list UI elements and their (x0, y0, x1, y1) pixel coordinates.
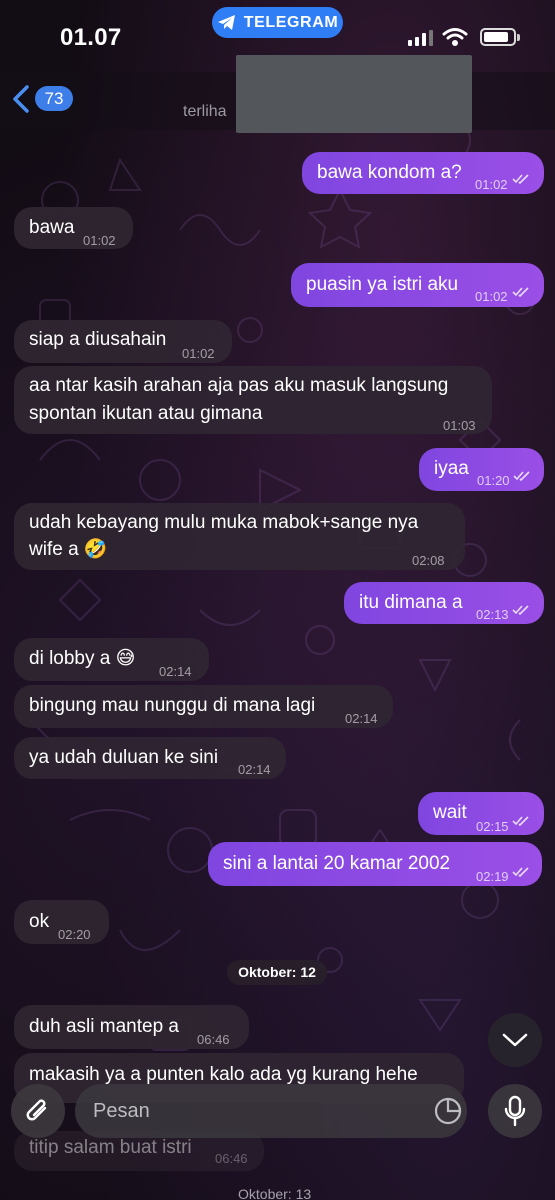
wifi-icon (442, 28, 468, 46)
message-time: 02:14 (238, 762, 271, 777)
message-text: wait (433, 802, 467, 823)
message-bubble-outgoing[interactable]: itu dimana a 02:13 (344, 582, 544, 624)
message-time: 01:03 (443, 418, 476, 433)
message-bubble-outgoing[interactable]: wait 02:15 (418, 792, 544, 835)
sticker-icon[interactable] (434, 1097, 462, 1125)
message-bubble-incoming[interactable]: duh asli mantep a 06:46 (14, 1005, 249, 1049)
double-check-icon (512, 174, 529, 184)
message-text: siap a diusahain (29, 329, 167, 350)
message-bubble-outgoing[interactable]: sini a lantai 20 kamar 2002 02:19 (208, 842, 542, 886)
message-text-line: udah kebayang mulu muka mabok+sange nya (29, 512, 419, 533)
message-bubble-incoming[interactable]: siap a diusahain 01:02 (14, 320, 232, 363)
unread-count-badge[interactable]: 73 (35, 86, 73, 111)
double-check-icon (512, 605, 529, 615)
date-separator: Oktober: 13 (238, 1186, 312, 1200)
message-bubble-outgoing[interactable]: puasin ya istri aku 01:02 (291, 263, 544, 307)
telegram-pill[interactable]: TELEGRAM (212, 7, 343, 38)
message-time: 02:19 (476, 869, 509, 884)
message-input[interactable] (93, 1096, 413, 1126)
message-time: 01:02 (475, 177, 508, 192)
chat-subtitle: terliha (183, 103, 227, 120)
message-text: di lobby a 😅 (29, 648, 136, 669)
chevron-left-icon[interactable] (10, 84, 32, 114)
scroll-down-button[interactable] (488, 1013, 542, 1067)
message-time: 01:02 (475, 289, 508, 304)
double-check-icon (512, 287, 529, 297)
message-time: 02:14 (345, 711, 378, 726)
message-time: 02:13 (476, 607, 509, 622)
message-text: itu dimana a (359, 592, 463, 613)
message-text: puasin ya istri aku (306, 274, 459, 295)
battery-tip (517, 34, 520, 41)
message-text: bingung mau nunggu di mana lagi (29, 695, 316, 716)
message-bubble-incoming[interactable]: bingung mau nunggu di mana lagi 02:14 (14, 685, 393, 728)
message-bubble-outgoing[interactable]: iyaa 01:20 (419, 448, 544, 491)
message-text-line: wife a 🤣 (29, 539, 108, 560)
paperclip-icon (26, 1099, 47, 1121)
message-text: ya udah duluan ke sini (29, 747, 219, 768)
message-bubble-incoming[interactable]: ok 02:20 (14, 900, 109, 944)
message-time: 01:20 (477, 473, 510, 488)
message-time: 02:14 (159, 664, 192, 679)
message-text-line: aa ntar kasih arahan aja pas aku masuk l… (29, 375, 449, 396)
message-text: duh asli mantep a (29, 1016, 179, 1037)
telegram-pill-label: TELEGRAM (243, 13, 339, 31)
message-bubble-incoming[interactable]: ya udah duluan ke sini 02:14 (14, 737, 286, 779)
attach-button[interactable] (11, 1084, 65, 1138)
double-check-icon (512, 816, 529, 826)
message-text-line: spontan ikutan atau gimana (29, 403, 263, 424)
microphone-icon (504, 1095, 526, 1127)
telegram-icon (217, 14, 235, 30)
status-time: 01.07 (60, 24, 122, 51)
message-time: 01:02 (182, 346, 215, 361)
message-bubble-incoming[interactable]: bawa 01:02 (14, 207, 133, 249)
double-check-icon (512, 867, 529, 877)
message-text: bawa (29, 217, 75, 238)
message-text: bawa kondom a? (317, 162, 462, 183)
signal-icon (408, 30, 433, 46)
date-separator: Oktober: 12 (227, 960, 327, 985)
message-time: 01:02 (83, 233, 116, 248)
message-time: 02:20 (58, 927, 91, 942)
message-text: sini a lantai 20 kamar 2002 (223, 853, 451, 874)
message-time: 06:46 (215, 1151, 248, 1166)
battery-icon (480, 28, 516, 46)
message-text: ok (29, 911, 50, 932)
microphone-button[interactable] (488, 1084, 542, 1138)
message-input-field[interactable] (75, 1084, 467, 1138)
message-bubble-incoming[interactable]: di lobby a 😅 02:14 (14, 638, 209, 681)
message-time: 02:15 (476, 819, 509, 834)
message-bubble-incoming[interactable]: udah kebayang mulu muka mabok+sange nya … (14, 503, 465, 570)
message-bubble-outgoing[interactable]: bawa kondom a? 01:02 (302, 152, 544, 194)
chevron-down-icon (502, 1033, 528, 1047)
message-time: 02:08 (412, 553, 445, 568)
message-bubble-incoming[interactable]: aa ntar kasih arahan aja pas aku masuk l… (14, 366, 492, 434)
message-text: iyaa (434, 458, 469, 479)
redacted-contact-name (236, 55, 472, 133)
message-text: titip salam buat istri (29, 1137, 192, 1158)
message-time: 06:46 (197, 1032, 230, 1047)
double-check-icon (513, 471, 530, 481)
